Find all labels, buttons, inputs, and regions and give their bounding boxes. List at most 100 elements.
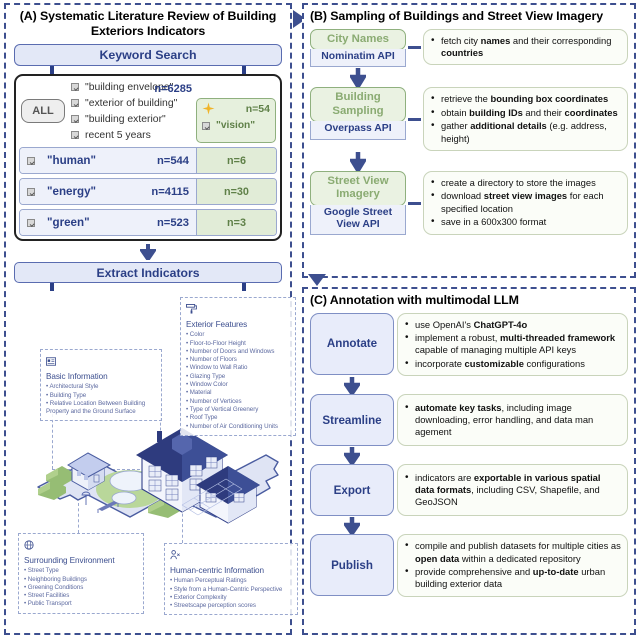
bullet-list: indicators are exportable in various spa… — [402, 471, 621, 510]
person-icon — [170, 550, 180, 560]
keyword-vision-count: n=30 — [196, 179, 276, 205]
checkbox-icon[interactable] — [202, 121, 210, 130]
stage-publish[interactable]: Publish — [310, 534, 394, 597]
keyword-row-left[interactable]: "energy" n=4115 — [20, 179, 196, 205]
keyword-row-left[interactable]: "green" n=523 — [20, 210, 196, 236]
indicator-diagram: Basic Information Architectural Style Bu… — [12, 291, 298, 621]
arrow-streamline-to-export — [310, 446, 628, 465]
panel-b-flow: City Names Nominatim API fetch city name… — [304, 27, 634, 240]
bullet-item: download street view images for each spe… — [428, 189, 621, 215]
vision-top-row: n=54 — [202, 102, 270, 115]
all-button[interactable]: ALL — [21, 99, 65, 124]
panel-c-flow: Annotate use OpenAI's ChatGPT-4oimplemen… — [304, 311, 634, 601]
stage-street-view-imagery[interactable]: Street View Imagery Google Street View A… — [310, 170, 406, 236]
indicator-item: Type of Vertical Greenery — [186, 406, 290, 414]
keyword-row-energy: "energy" n=4115 n=30 — [19, 178, 277, 206]
bullet-list: fetch city names and their corresponding… — [428, 34, 621, 61]
stage-streamline[interactable]: Streamline — [310, 394, 394, 447]
checkbox-icon[interactable] — [27, 187, 35, 196]
indicator-item: Floor-to-Floor Height — [186, 340, 290, 348]
indicator-items: Architectural Style Building Type Relati… — [46, 383, 156, 416]
bullet-item: retrieve the bounding box coordinates — [428, 92, 621, 106]
indicator-item: Roof Type — [186, 414, 290, 422]
stage-api: Google Street View API — [310, 204, 406, 236]
bullet-item: compile and publish datasets for multipl… — [402, 539, 621, 565]
indicator-item: Style from a Human-Centric Perspective — [170, 586, 292, 594]
bullet-item: create a directory to store the images — [428, 176, 621, 190]
stage-name: Building Sampling — [310, 87, 406, 123]
bullet-list: use OpenAI's ChatGPT-4oimplement a robus… — [402, 318, 621, 372]
checkbox-icon[interactable] — [71, 83, 79, 92]
keyword-vision-count: n=3 — [196, 210, 276, 236]
indicator-group-basic-information: Basic Information Architectural Style Bu… — [40, 349, 162, 422]
sparkle-star-icon — [202, 102, 215, 115]
bullet-item: provide comprehensive and up-to-date urb… — [402, 565, 621, 591]
indicator-group-title: Exterior Features — [186, 320, 248, 330]
indicator-item: Window Color — [186, 381, 290, 389]
arrow-to-extract — [6, 244, 290, 261]
keyword-vision-count: n=6 — [196, 148, 276, 174]
panel-c: (C) Annotation with multimodal LLM Annot… — [302, 287, 636, 635]
keyword-row-left[interactable]: "human" n=544 — [20, 148, 196, 174]
bullet-list: create a directory to store the imagesdo… — [428, 176, 621, 230]
keyword-count: n=523 — [156, 216, 189, 229]
indicator-item: Relative Location Between Building — [46, 400, 156, 408]
indicator-item: Public Transport — [24, 600, 138, 608]
bullet-card-city-names: fetch city names and their corresponding… — [423, 28, 628, 66]
link-dash — [408, 46, 421, 50]
connector-tick-right — [242, 283, 246, 292]
term-label: "exterior of building" — [85, 97, 178, 109]
indicator-item: Material — [186, 389, 290, 397]
flow-step-building-sampling: Building Sampling Overpass API retrieve … — [310, 87, 628, 151]
flow-step-annotate: Annotate use OpenAI's ChatGPT-4oimplemen… — [310, 312, 628, 377]
arrow-export-to-publish — [310, 516, 628, 535]
indicator-item: Window to Wall Ratio — [186, 364, 290, 372]
bullet-item: gather additional details (e.g. address,… — [428, 119, 621, 145]
flow-step-publish: Publish compile and publish datasets for… — [310, 534, 628, 597]
paint-roller-icon — [186, 304, 197, 314]
keyword-term: "human" — [47, 154, 96, 168]
vision-term-row[interactable]: "vision" — [202, 120, 270, 131]
keyword-search-box: n=6285 ALL "building envelope" "exterior… — [14, 74, 282, 242]
panel-b: (B) Sampling of Buildings and Street Vie… — [302, 3, 636, 278]
bullet-item: indicators are exportable in various spa… — [402, 471, 621, 509]
link-dash — [408, 117, 421, 121]
indicator-item: Property and the Ground Surface — [46, 408, 136, 416]
indicator-item: Glazing Type — [186, 373, 290, 381]
stage-building-sampling[interactable]: Building Sampling Overpass API — [310, 87, 406, 140]
panel-a: (A) Systematic Literature Review of Buil… — [4, 3, 298, 635]
bullet-item: save in a 600x300 format — [428, 215, 621, 229]
link-dash — [408, 201, 421, 205]
stage-name: City Names — [310, 28, 406, 51]
keyword-row-human: "human" n=544 n=6 — [19, 147, 277, 175]
stage-city-names[interactable]: City Names Nominatim API — [310, 28, 406, 68]
checkbox-icon[interactable] — [27, 156, 35, 165]
indicator-item: Number of Vertices — [186, 398, 290, 406]
arrow-annotate-to-streamline — [310, 376, 628, 395]
indicator-item: Street Type — [24, 567, 138, 575]
stage-export[interactable]: Export — [310, 464, 394, 517]
bullet-item: implement a robust, multi-threaded frame… — [402, 331, 621, 357]
bullet-item: fetch city names and their corresponding… — [428, 34, 621, 60]
keyword-connectors — [14, 66, 282, 75]
bullet-item: use OpenAI's ChatGPT-4o — [402, 318, 621, 332]
flow-step-street-view: Street View Imagery Google Street View A… — [310, 170, 628, 236]
stage-api: Overpass API — [310, 121, 406, 140]
id-card-icon — [46, 357, 56, 366]
arrow-city-to-building — [310, 67, 628, 88]
indicator-group-exterior-features: Exterior Features Color Floor-to-Floor H… — [180, 297, 296, 436]
checkbox-icon[interactable] — [71, 115, 79, 124]
panel-b-title: (B) Sampling of Buildings and Street Vie… — [310, 9, 603, 23]
flow-step-streamline: Streamline automate key tasks, including… — [310, 394, 628, 447]
connector-tick-left — [50, 283, 54, 292]
arrow-b-to-c — [308, 274, 326, 286]
checkbox-icon[interactable] — [27, 218, 35, 227]
bullet-list: automate key tasks, including image down… — [402, 401, 621, 440]
indicator-item: Building Type — [46, 392, 156, 400]
keyword-term: "energy" — [47, 185, 97, 199]
indicator-group-title: Surrounding Environment — [24, 556, 115, 566]
stage-annotate[interactable]: Annotate — [310, 312, 394, 375]
extract-connectors — [14, 283, 282, 292]
checkbox-icon[interactable] — [71, 131, 79, 140]
checkbox-icon[interactable] — [71, 99, 79, 108]
